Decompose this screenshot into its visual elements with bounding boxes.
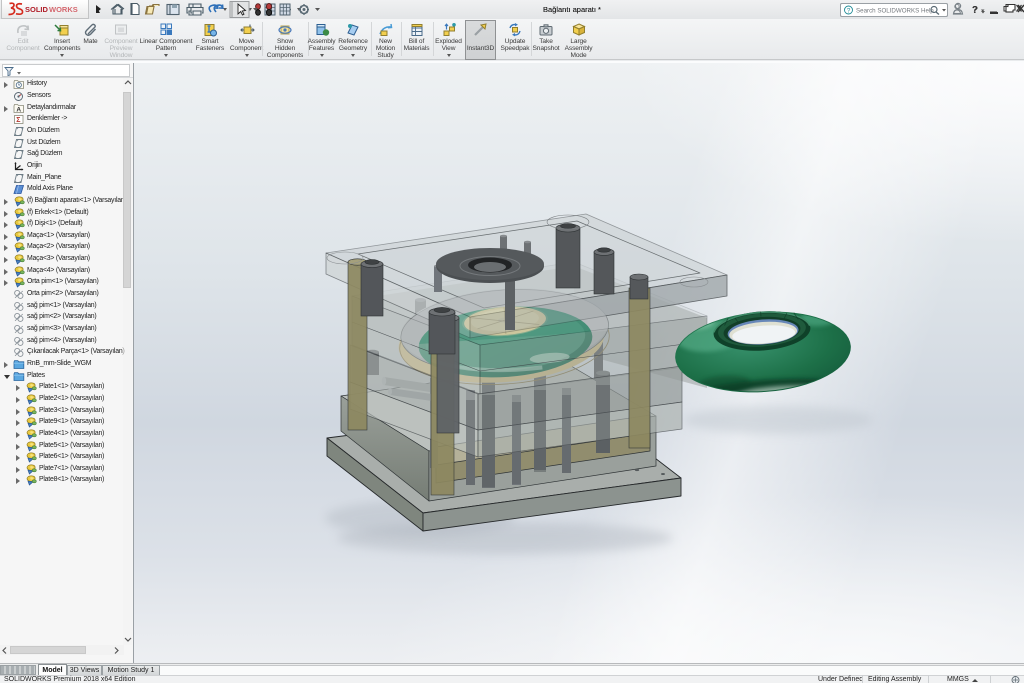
svg-text:WORKS: WORKS bbox=[49, 5, 78, 14]
svg-text:Σ: Σ bbox=[16, 117, 20, 124]
svg-text:SOLID: SOLID bbox=[25, 5, 49, 14]
svg-text:?: ? bbox=[847, 7, 851, 14]
svg-text:Search SOLIDWORKS Help: Search SOLIDWORKS Help bbox=[856, 7, 934, 14]
svg-text:?: ? bbox=[972, 5, 978, 16]
svg-text:A: A bbox=[16, 106, 21, 113]
